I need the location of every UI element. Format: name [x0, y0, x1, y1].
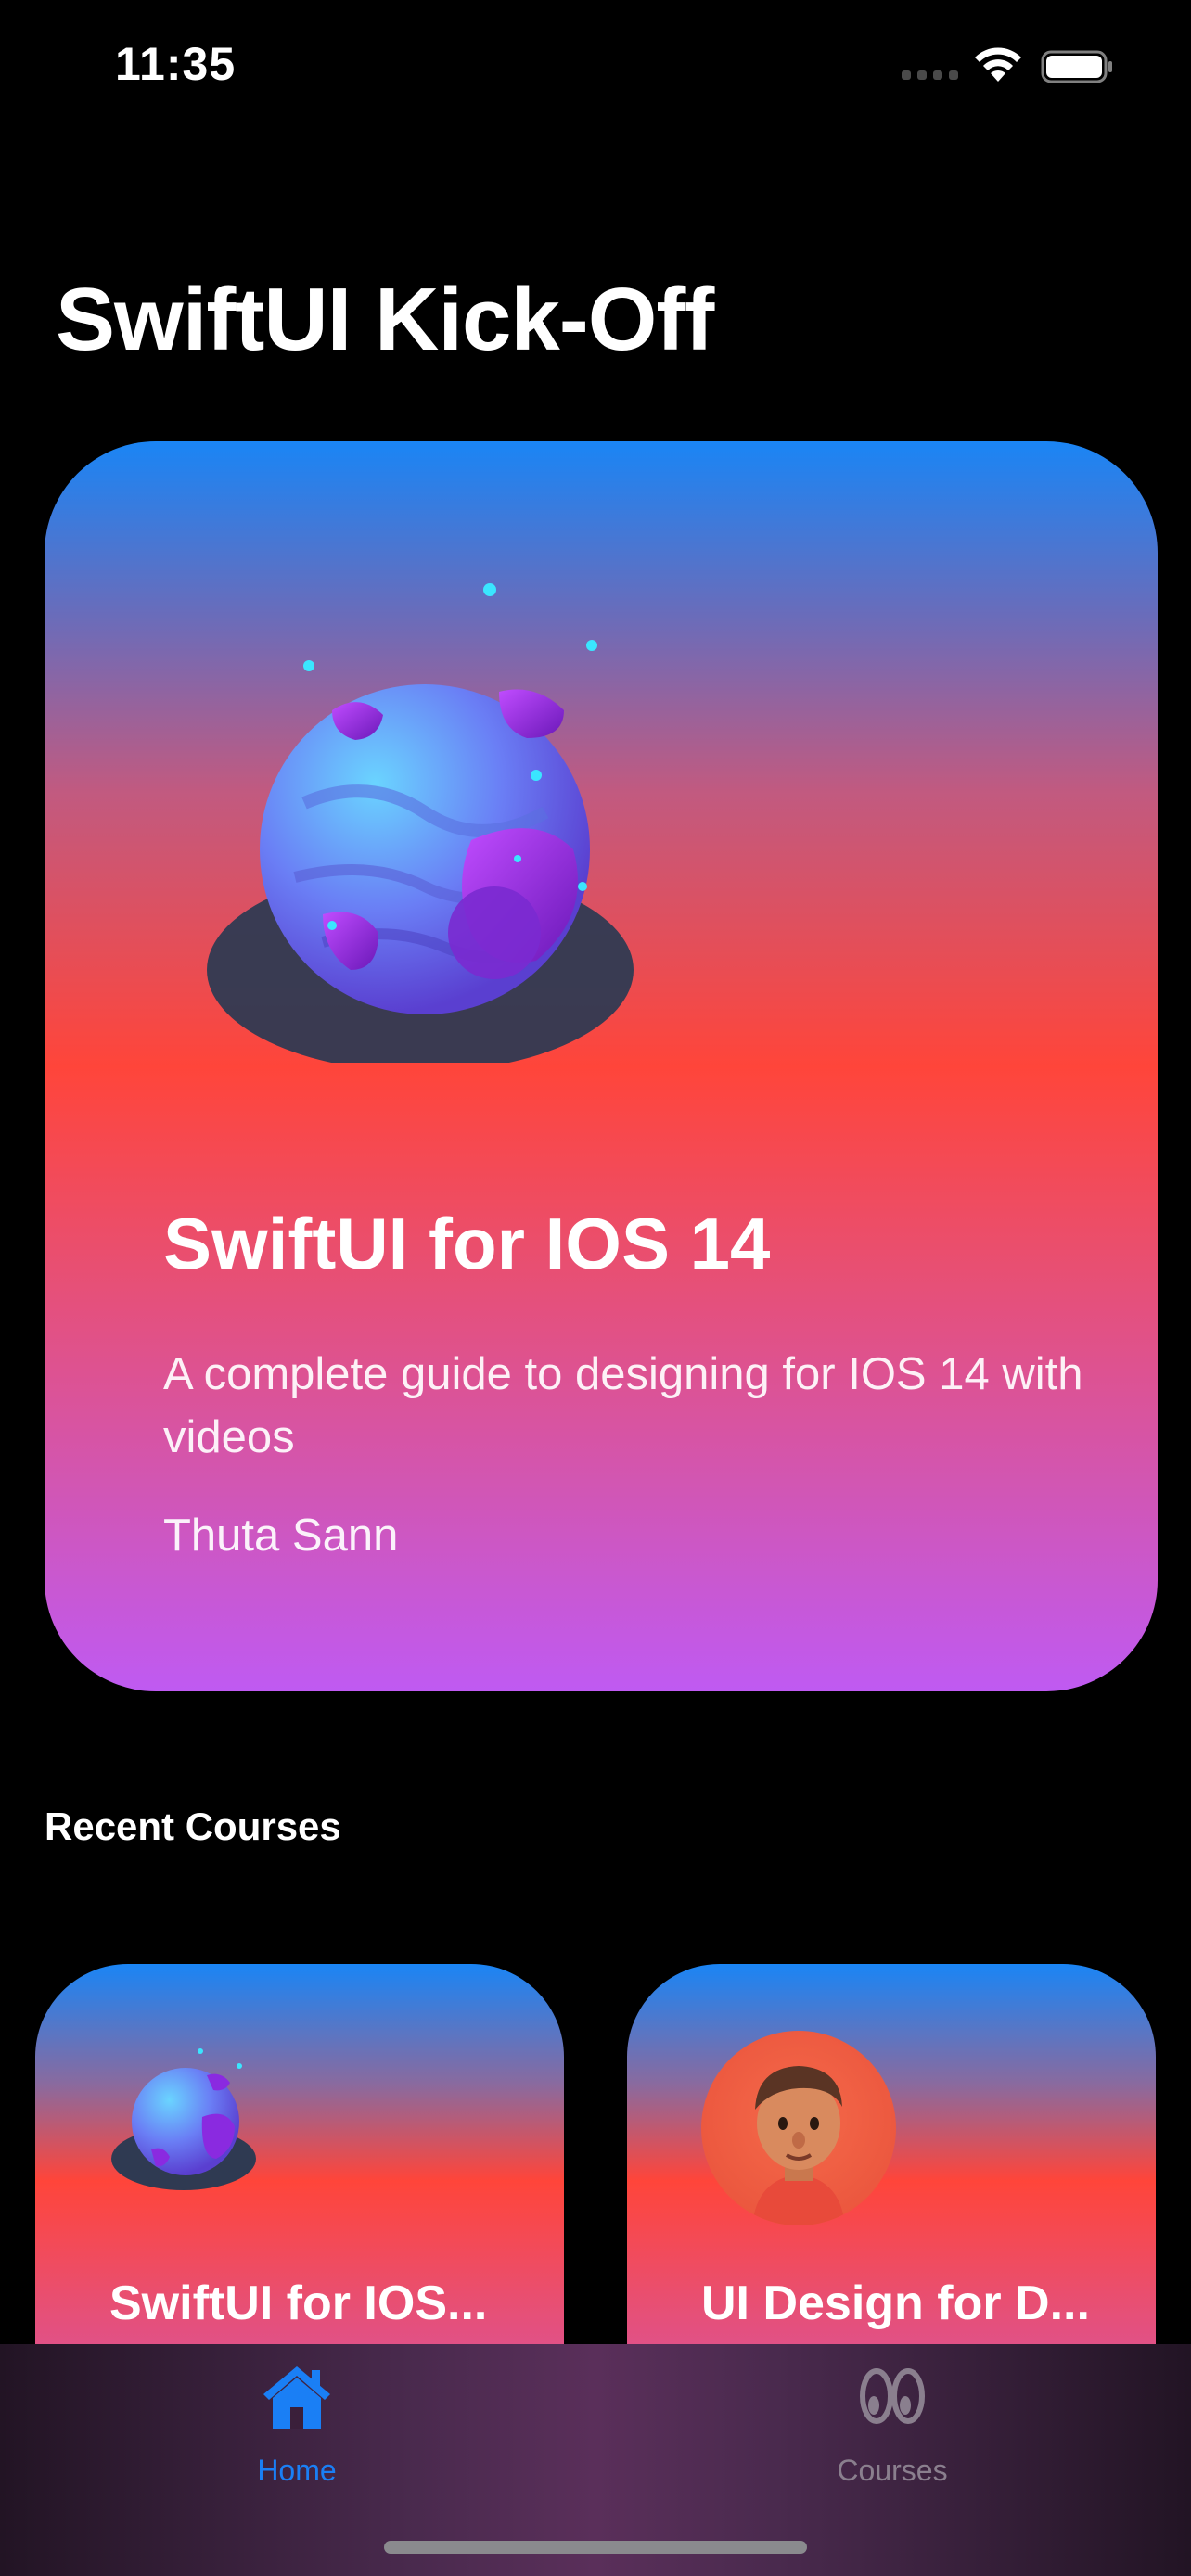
house-icon [263, 2366, 330, 2429]
planet-illustration [111, 2048, 256, 2190]
featured-course-title: SwiftUI for IOS 14 [163, 1203, 771, 1284]
avatar-illustration [701, 2031, 896, 2225]
tab-home[interactable]: Home [111, 2344, 482, 2511]
tab-label: Home [257, 2454, 337, 2487]
recent-course-title: SwiftUI for IOS... [109, 2276, 488, 2330]
eyes-icon [860, 2368, 925, 2424]
status-time: 11:35 [115, 38, 237, 90]
featured-course-subtitle: A complete guide to designing for IOS 14… [163, 1349, 1083, 1462]
recent-courses-heading: Recent Courses [45, 1804, 341, 1848]
wifi-icon [975, 47, 1021, 82]
recent-course-title: UI Design for D... [701, 2276, 1090, 2330]
battery-icon [1041, 50, 1112, 83]
page-title: SwiftUI Kick-Off [56, 270, 714, 369]
home-indicator[interactable] [384, 2541, 807, 2554]
status-bar: 11:35 [0, 0, 1191, 139]
planet-illustration [207, 583, 634, 1063]
tab-label: Courses [837, 2454, 948, 2487]
tab-courses[interactable]: Courses [707, 2344, 1078, 2511]
featured-course-card[interactable]: SwiftUI for IOS 14 A complete guide to d… [45, 441, 1158, 1691]
cellular-signal-icon [902, 57, 961, 80]
featured-course-author: Thuta Sann [163, 1511, 399, 1561]
